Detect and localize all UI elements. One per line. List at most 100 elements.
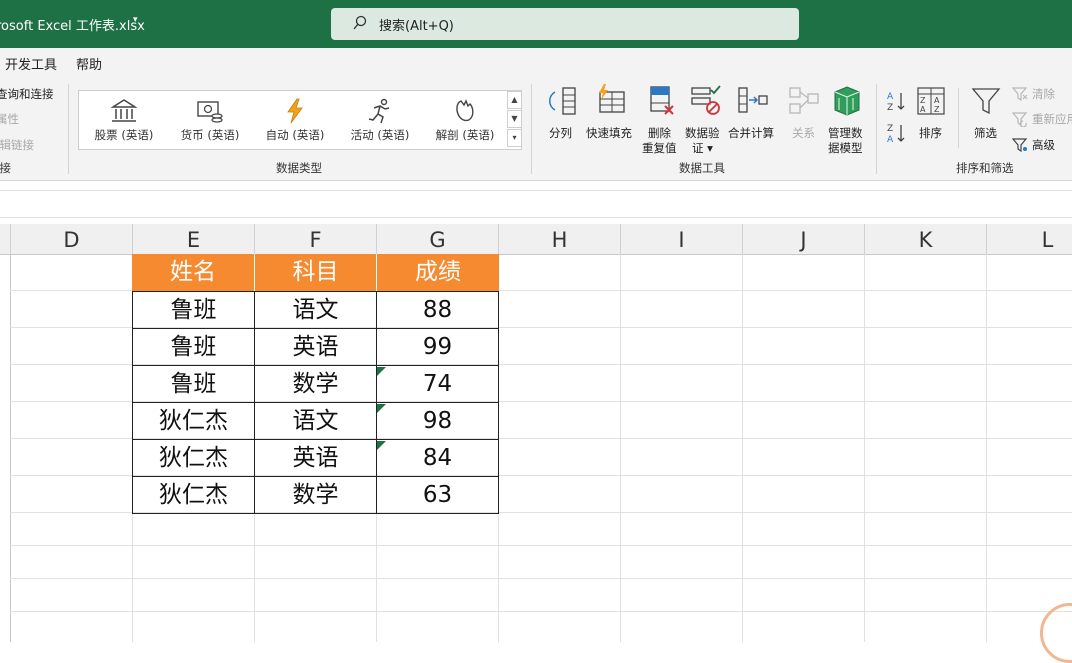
consolidate-icon (738, 87, 768, 113)
group-label-data-tools: 数据工具 (679, 161, 725, 175)
divider (531, 84, 532, 174)
advanced-label: 高级 (1032, 138, 1055, 152)
error-indicator-icon[interactable] (377, 404, 386, 413)
table-cell[interactable]: 84 (377, 440, 499, 477)
table-cell[interactable]: 狄仁杰 (133, 440, 255, 477)
column-header-l[interactable]: L (987, 224, 1072, 254)
menu-help[interactable]: 帮助 (76, 54, 102, 73)
relationships-icon (789, 87, 819, 114)
text-to-columns-button[interactable]: 分列 (543, 84, 579, 154)
row-header-edge (10, 254, 11, 642)
gallery-scroll-down[interactable]: ▼ (507, 110, 522, 128)
gallery-expand[interactable]: ▾ (507, 129, 522, 147)
manage-data-model-label-2: 据模型 (828, 141, 863, 155)
properties-button[interactable]: 属性 (0, 111, 19, 127)
svg-text:A: A (920, 105, 926, 114)
table-cell[interactable]: 鲁班 (133, 292, 255, 329)
column-header-e[interactable]: E (133, 224, 255, 254)
table-cell[interactable]: 数学 (255, 477, 377, 514)
formula-bar[interactable] (0, 190, 1072, 218)
gridline (864, 254, 865, 642)
automatic-button[interactable]: 自动 (英语) (250, 91, 340, 149)
anatomy-button[interactable]: 解剖 (英语) (420, 91, 510, 149)
manage-data-model-button[interactable]: 管理数 据模型 (826, 84, 868, 160)
header-cell-name[interactable]: 姓名 (132, 254, 255, 291)
column-header[interactable] (0, 224, 11, 254)
table-cell[interactable]: 99 (377, 329, 499, 366)
header-cell-score[interactable]: 成绩 (377, 254, 499, 291)
gridline (10, 578, 1072, 579)
table-cell[interactable]: 狄仁杰 (133, 477, 255, 514)
runner-icon (368, 98, 390, 124)
table-cell[interactable]: 98 (377, 403, 499, 440)
table-cell[interactable]: 语文 (255, 403, 377, 440)
table-cell[interactable]: 英语 (255, 329, 377, 366)
stocks-button[interactable]: 股票 (英语) (79, 91, 169, 149)
sort-descending-button[interactable]: Z A (886, 122, 908, 145)
header-cell-subject[interactable]: 科目 (255, 254, 377, 291)
search-box[interactable]: 搜索(Alt+Q) (331, 8, 799, 40)
column-header-d[interactable]: D (11, 224, 133, 254)
column-header-g[interactable]: G (377, 224, 499, 254)
menu-developer[interactable]: 开发工具 (5, 54, 57, 73)
menu-bar: 开发工具 帮助 (0, 48, 1072, 78)
error-indicator-icon[interactable] (377, 441, 386, 450)
table-cell[interactable]: 63 (377, 477, 499, 514)
chevron-down-icon[interactable]: ▾ (133, 15, 138, 25)
svg-text:A: A (887, 135, 894, 144)
column-header-k[interactable]: K (865, 224, 987, 254)
sort-button[interactable]: Z A A Z 排序 (914, 84, 948, 154)
data-validation-label-2[interactable]: 证 ▾ (692, 140, 713, 156)
gridline (10, 545, 1072, 546)
data-validation-label-1: 数据验 (685, 126, 720, 140)
sort-ascending-button[interactable]: A Z (886, 90, 908, 113)
currency-button[interactable]: 货币 (英语) (165, 91, 255, 149)
clear-filter-button[interactable]: 清除 (1012, 85, 1072, 103)
data-validation-icon (691, 85, 721, 115)
table-cell[interactable]: 74 (377, 366, 499, 403)
svg-text:Z: Z (920, 96, 926, 105)
lightning-icon (287, 98, 303, 124)
table-cell[interactable]: 狄仁杰 (133, 403, 255, 440)
divider (958, 88, 959, 148)
sort-label: 排序 (919, 126, 942, 140)
error-indicator-icon[interactable] (377, 367, 386, 376)
remove-duplicates-button[interactable]: 删除 重复值 (641, 84, 681, 160)
flash-fill-button[interactable]: 快速填充 (586, 84, 636, 154)
gridline (986, 254, 987, 642)
remove-duplicates-label-2: 重复值 (642, 141, 677, 155)
filter-button[interactable]: 筛选 (968, 84, 1004, 154)
column-header-i[interactable]: I (621, 224, 743, 254)
gallery-scroll-up[interactable]: ▲ (507, 91, 522, 109)
bank-icon (110, 99, 138, 122)
clear-filter-icon (1012, 87, 1028, 102)
gridline (10, 611, 1072, 612)
table-cell[interactable]: 英语 (255, 440, 377, 477)
table-cell[interactable]: 鲁班 (133, 329, 255, 366)
column-header-j[interactable]: J (743, 224, 865, 254)
reapply-filter-button[interactable]: 重新应用 (1012, 110, 1072, 128)
table-cell[interactable]: 88 (377, 292, 499, 329)
data-model-icon (834, 86, 860, 116)
data-validation-button[interactable]: 数据验 证 ▾ (685, 84, 725, 160)
activities-button[interactable]: 活动 (英语) (335, 91, 425, 149)
table-cell[interactable]: 鲁班 (133, 366, 255, 403)
advanced-filter-icon (1012, 138, 1028, 153)
edit-links-button[interactable]: 编辑链接 (0, 137, 34, 153)
table-cell[interactable]: 数学 (255, 366, 377, 403)
stocks-label: 股票 (英语) (94, 128, 154, 142)
divider (68, 84, 69, 174)
search-icon (353, 15, 367, 30)
queries-connections-button[interactable]: 查询和连接 (0, 86, 54, 102)
filter-funnel-icon (971, 88, 1001, 115)
consolidate-button[interactable]: 合并计算 (728, 84, 780, 154)
manage-data-model-label-1: 管理数 (828, 126, 863, 140)
sort-za-icon: Z A (887, 124, 905, 145)
relationships-button[interactable]: 关系 (786, 84, 822, 154)
gridline (742, 254, 743, 642)
column-header-h[interactable]: H (499, 224, 621, 254)
flash-fill-icon (599, 84, 625, 113)
advanced-filter-button[interactable]: 高级 (1012, 136, 1072, 154)
table-cell[interactable]: 语文 (255, 292, 377, 329)
column-header-f[interactable]: F (255, 224, 377, 254)
